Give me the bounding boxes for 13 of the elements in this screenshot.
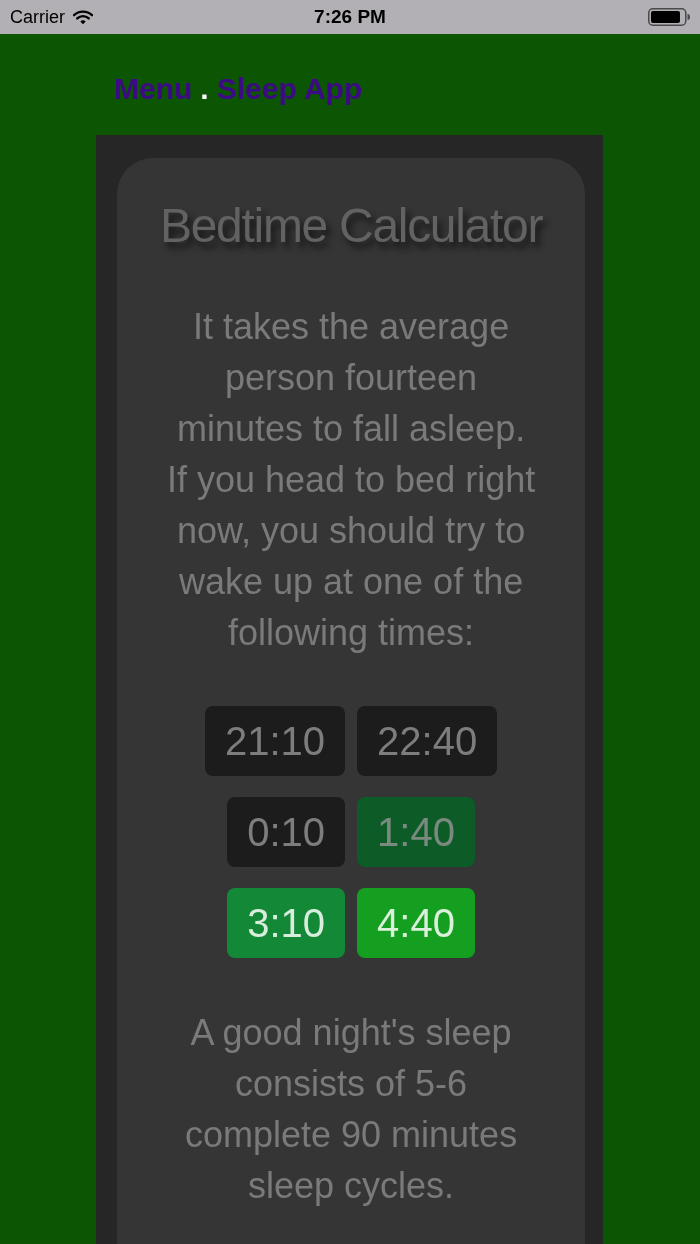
wake-time-button[interactable]: 4:40 <box>357 888 475 958</box>
wifi-icon <box>73 9 93 25</box>
wake-time-button[interactable]: 3:10 <box>227 888 346 958</box>
wake-time-button[interactable]: 0:10 <box>227 797 346 867</box>
wake-time-button[interactable]: 21:10 <box>204 706 346 776</box>
status-time: 7:26 PM <box>314 6 386 28</box>
battery-icon <box>648 8 690 26</box>
wake-time-button[interactable]: 22:40 <box>357 706 498 776</box>
breadcrumb-separator: . <box>200 71 209 107</box>
intro-text: It takes the average person fourteen minutes to fall asleep. If you head to bed right now, you should try to wake up at one of the following times: <box>165 305 537 655</box>
sleep-cycle-text: A good night's sleep consists of 5-6 complete 90 minutes sleep cycles. <box>183 1011 519 1208</box>
carrier-label: Carrier <box>10 6 65 28</box>
wake-time-button[interactable]: 1:40 <box>357 797 475 867</box>
